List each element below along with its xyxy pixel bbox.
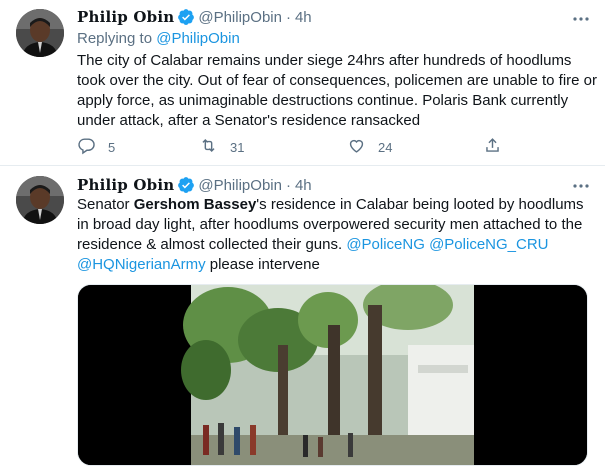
tweet-text: Senator Gershom Bassey's residence in Ca… (77, 195, 597, 275)
timestamp[interactable]: 4h (295, 9, 312, 26)
replying-prefix: Replying to (77, 30, 153, 47)
share-icon (483, 136, 502, 158)
like-button[interactable]: 24 (347, 136, 392, 158)
mention-link[interactable]: @PoliceNG_CRU (429, 236, 548, 253)
author-name[interactable]: Philip Obin (77, 8, 174, 26)
tweet[interactable]: Philip Obin @PhilipObin · 4h Senator Ger… (0, 166, 605, 466)
replying-to: Replying to @PhilipObin (77, 30, 240, 47)
like-count: 24 (378, 139, 393, 155)
timestamp[interactable]: 4h (295, 177, 312, 194)
mention-link[interactable]: @HQNigerianArmy (77, 256, 206, 273)
bold-name: Gershom Bassey (133, 196, 257, 213)
avatar[interactable] (16, 9, 64, 57)
video-thumbnail[interactable] (77, 284, 588, 466)
tweet-actions: 5 31 24 (77, 136, 517, 156)
more-dots-icon[interactable] (571, 176, 591, 196)
reply-count: 5 (108, 139, 116, 155)
share-button[interactable] (483, 136, 502, 158)
mention-link[interactable]: @PoliceNG (346, 236, 425, 253)
tweet-text: The city of Calabar remains under siege … (77, 52, 598, 129)
more-dots-icon[interactable] (571, 9, 591, 29)
verified-badge-icon (177, 176, 195, 194)
author-handle[interactable]: @PhilipObin (198, 9, 282, 26)
heart-icon (347, 136, 366, 158)
avatar[interactable] (16, 176, 64, 224)
separator-dot: · (285, 8, 291, 26)
reply-button[interactable]: 5 (77, 136, 115, 158)
retweet-count: 31 (230, 139, 245, 155)
text-segment: please intervene (205, 256, 320, 273)
reply-icon (77, 136, 96, 158)
tweet-header: Philip Obin @PhilipObin · 4h (77, 7, 312, 27)
text-segment: Senator (77, 196, 134, 213)
retweet-icon (199, 136, 218, 158)
replying-mention-link[interactable]: @PhilipObin (156, 30, 240, 47)
tweet[interactable]: Philip Obin @PhilipObin · 4h Replying to… (0, 0, 605, 166)
author-handle[interactable]: @PhilipObin (198, 177, 282, 194)
retweet-button[interactable]: 31 (199, 136, 244, 158)
author-name[interactable]: Philip Obin (77, 176, 174, 194)
verified-badge-icon (177, 8, 195, 26)
tweet-header: Philip Obin @PhilipObin · 4h (77, 175, 312, 195)
separator-dot: · (285, 176, 291, 194)
